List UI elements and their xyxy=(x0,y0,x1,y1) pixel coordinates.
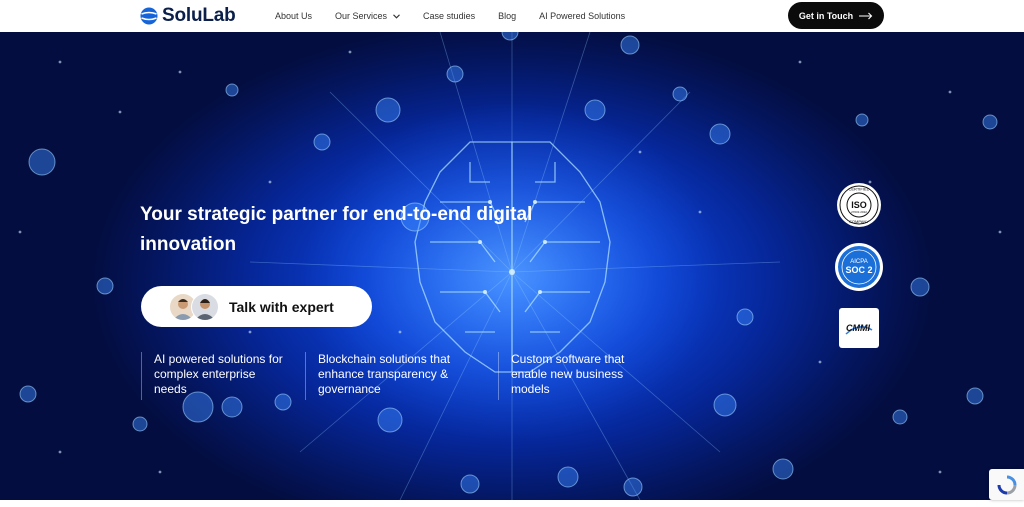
nav-case-studies-label: Case studies xyxy=(423,11,476,21)
nav-ai-powered-solutions[interactable]: AI Powered Solutions xyxy=(539,11,625,21)
nav-about-us[interactable]: About Us xyxy=(275,11,312,21)
talk-with-expert-label: Talk with expert xyxy=(229,298,334,315)
nav-case-studies[interactable]: Case studies xyxy=(423,11,475,21)
brand-name: SoluLab xyxy=(162,5,236,26)
cmmi-logo-icon: CMMI xyxy=(845,323,873,335)
recaptcha-icon xyxy=(997,475,1016,494)
iso-sub-text: 27001:2022 xyxy=(851,210,867,214)
iso-top-text: CERTIFIED xyxy=(848,187,869,192)
feature-custom-software-text: Custom software that enable new business… xyxy=(511,352,625,396)
feature-ai-solutions: AI powered solutions for complex enterpr… xyxy=(141,352,289,400)
cmmi-badge: CMMI xyxy=(839,308,879,348)
nav-about-us-label: About Us xyxy=(275,11,313,21)
nav-our-services[interactable]: Our Services xyxy=(335,11,400,21)
aicpa-soc2-badge: AICPA SOC 2 xyxy=(834,242,884,292)
person-icon xyxy=(195,298,215,320)
solulab-logo[interactable]: SoluLab xyxy=(140,5,236,27)
chevron-down-icon xyxy=(393,13,400,19)
recaptcha-badge[interactable] xyxy=(989,469,1024,500)
hero-headline: Your strategic partner for end-to-end di… xyxy=(140,204,533,255)
get-in-touch-button[interactable]: Get in Touch xyxy=(788,2,884,29)
talk-with-expert-button[interactable]: Talk with expert xyxy=(141,286,372,327)
feature-custom-software: Custom software that enable new business… xyxy=(498,352,646,400)
bottom-white-strip xyxy=(0,500,1024,507)
soc-main-text: SOC 2 xyxy=(845,265,872,275)
arrow-right-icon xyxy=(859,12,873,19)
main-menu: About Us Our Services Case studies Blog … xyxy=(275,0,648,32)
nav-blog[interactable]: Blog xyxy=(498,11,516,21)
iso-main-text: ISO xyxy=(851,200,867,210)
nav-blog-label: Blog xyxy=(498,11,517,21)
iso-certified-badge: CERTIFIED ISO 27001:2022 COMPANY xyxy=(836,182,882,228)
soc2-seal-icon: AICPA SOC 2 xyxy=(835,243,883,291)
get-in-touch-label: Get in Touch xyxy=(798,10,854,21)
iso-seal-icon: CERTIFIED ISO 27001:2022 COMPANY xyxy=(837,183,881,227)
nav-our-services-label: Our Services xyxy=(335,11,388,21)
feature-ai-solutions-text: AI powered solutions for complex enterpr… xyxy=(154,352,283,396)
nav-ai-powered-solutions-label: AI Powered Solutions xyxy=(539,11,626,21)
globe-logo-icon xyxy=(140,7,158,25)
expert-avatar-2 xyxy=(191,292,219,321)
expert-avatars xyxy=(169,292,221,321)
iso-bottom-text: COMPANY xyxy=(849,219,869,224)
top-navbar: SoluLab About Us Our Services Case studi… xyxy=(0,0,1024,32)
cmmi-main-text: CMMI xyxy=(846,323,870,333)
feature-blockchain: Blockchain solutions that enhance transp… xyxy=(305,352,468,400)
feature-blockchain-text: Blockchain solutions that enhance transp… xyxy=(318,352,451,396)
hero-section: Your strategic partner for end-to-end di… xyxy=(0,32,1024,500)
